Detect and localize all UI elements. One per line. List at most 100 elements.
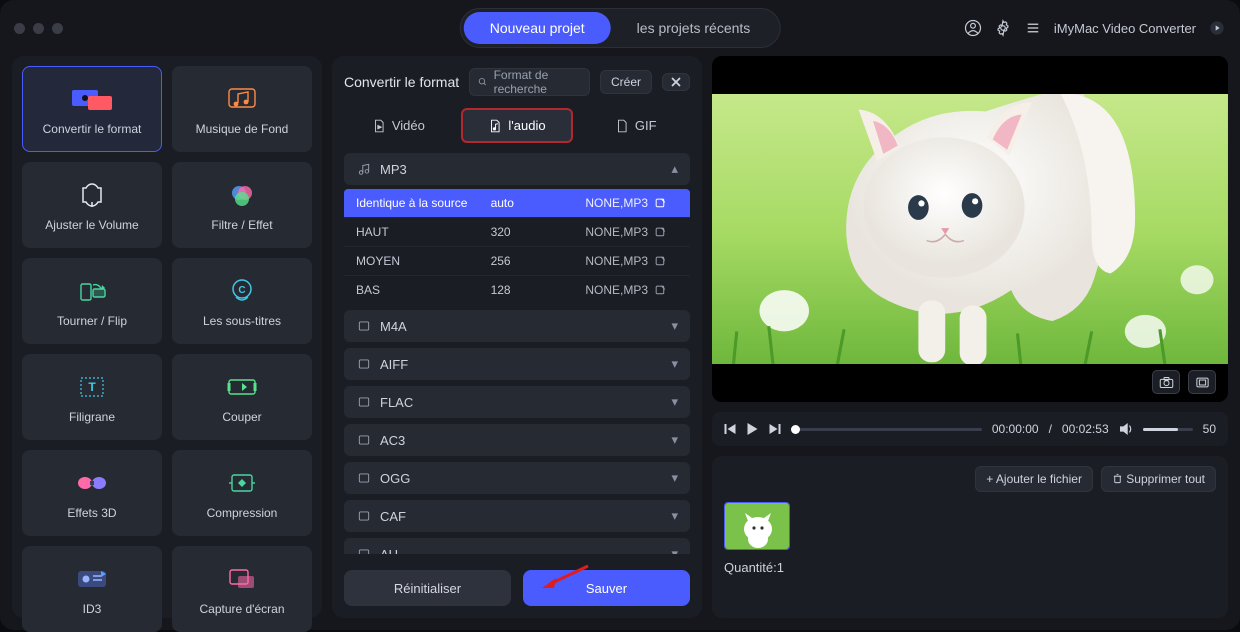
category-ac3[interactable]: AC3▾ — [344, 424, 690, 456]
tool-compression[interactable]: Compression — [172, 450, 312, 536]
tool-musique-de-fond[interactable]: Musique de Fond — [172, 66, 312, 152]
snapshot-button[interactable] — [1152, 370, 1180, 394]
zoom-window-icon[interactable] — [52, 23, 63, 34]
settings-icon[interactable] — [994, 19, 1012, 37]
preset-row[interactable]: BAS 128 NONE,MP3 — [344, 275, 690, 304]
format-icon — [356, 509, 372, 523]
time-total: 00:02:53 — [1062, 422, 1109, 436]
play-icon — [747, 423, 758, 435]
tool-label: Compression — [207, 506, 278, 520]
preset-row[interactable]: MOYEN 256 NONE,MP3 — [344, 246, 690, 275]
project-tabs: Nouveau projet les projets récents — [460, 8, 781, 48]
save-button[interactable]: Sauver — [523, 570, 690, 606]
tool-tourner-flip[interactable]: Tourner / Flip — [22, 258, 162, 344]
tool-label: Capture d'écran — [199, 602, 284, 616]
window-controls — [14, 23, 63, 34]
format-search-input[interactable]: Format de recherche — [469, 68, 590, 96]
tool-label: Couper — [222, 410, 261, 424]
tool-label: Les sous-titres — [203, 314, 281, 328]
tool-id3[interactable]: ID3 — [22, 546, 162, 632]
chevron-up-icon: ▴ — [671, 161, 678, 177]
seek-slider[interactable] — [791, 428, 982, 431]
app-title: iMyMac Video Converter — [1054, 21, 1196, 36]
category-au[interactable]: AU▾ — [344, 538, 690, 554]
edit-preset-icon[interactable] — [654, 197, 678, 210]
next-icon — [768, 423, 781, 435]
tool-sous-titres[interactable]: C Les sous-titres — [172, 258, 312, 344]
chevron-down-icon: ▾ — [671, 508, 678, 524]
category-caf[interactable]: CAF▾ — [344, 500, 690, 532]
edit-preset-icon[interactable] — [654, 284, 678, 297]
volume-slider[interactable] — [1143, 428, 1193, 431]
category-flac[interactable]: FLAC▾ — [344, 386, 690, 418]
tool-filtre-effet[interactable]: Filtre / Effet — [172, 162, 312, 248]
category-aiff[interactable]: AIFF▾ — [344, 348, 690, 380]
tool-label: ID3 — [83, 602, 102, 616]
convert-icon — [68, 82, 116, 116]
tool-label: Filtre / Effet — [211, 218, 272, 232]
preview-panel: 00:00:00 / 00:02:53 50 + Ajouter le fich… — [712, 56, 1228, 618]
tool-effets-3d[interactable]: Effets 3D — [22, 450, 162, 536]
time-current: 00:00:00 — [992, 422, 1039, 436]
tab-gif[interactable]: GIF — [581, 108, 690, 143]
account-icon[interactable] — [964, 19, 982, 37]
edit-preset-icon[interactable] — [654, 226, 678, 239]
tool-ajuster-le-volume[interactable]: Ajuster le Volume — [22, 162, 162, 248]
minimize-window-icon[interactable] — [33, 23, 44, 34]
tool-filigrane[interactable]: T Filigrane — [22, 354, 162, 440]
svg-text:C: C — [238, 285, 245, 296]
fullscreen-icon — [1195, 376, 1210, 389]
mute-button[interactable] — [1119, 423, 1133, 435]
titlebar: Nouveau projet les projets récents iMyMa… — [0, 0, 1240, 56]
format-icon — [356, 357, 372, 371]
cut-icon — [225, 370, 259, 404]
category-mp3[interactable]: MP3 ▴ — [344, 153, 690, 185]
tool-label: Musique de Fond — [196, 122, 289, 136]
prev-button[interactable] — [724, 423, 737, 435]
play-button[interactable] — [747, 423, 758, 435]
format-icon — [356, 547, 372, 554]
tab-video[interactable]: Vidéo — [344, 108, 453, 143]
glasses-3d-icon — [74, 466, 110, 500]
chevron-down-icon: ▾ — [671, 318, 678, 334]
chevron-down-icon: ▾ — [671, 432, 678, 448]
tab-projets-recents[interactable]: les projets récents — [611, 12, 777, 44]
add-file-button[interactable]: + Ajouter le fichier — [975, 466, 1093, 492]
next-button[interactable] — [768, 423, 781, 435]
edit-preset-icon[interactable] — [654, 255, 678, 268]
menu-icon[interactable] — [1024, 19, 1042, 37]
app-play-icon[interactable] — [1208, 19, 1226, 37]
tool-convertir-le-format[interactable]: Convertir le format — [22, 66, 162, 152]
search-placeholder: Format de recherche — [494, 68, 581, 96]
chevron-down-icon: ▾ — [671, 546, 678, 554]
preset-row[interactable]: Identique à la source auto NONE,MP3 — [344, 189, 690, 217]
tool-capture-ecran[interactable]: Capture d'écran — [172, 546, 312, 632]
tool-label: Convertir le format — [43, 122, 142, 136]
create-button[interactable]: Créer — [600, 70, 652, 94]
queue-count: Quantité:1 — [724, 560, 1216, 575]
music-note-icon — [356, 162, 372, 176]
chevron-down-icon: ▾ — [671, 470, 678, 486]
watermark-icon: T — [76, 370, 108, 404]
tab-nouveau-projet[interactable]: Nouveau projet — [464, 12, 611, 44]
queue-thumb[interactable] — [724, 502, 790, 550]
file-gif-icon — [615, 119, 629, 133]
format-icon — [356, 471, 372, 485]
tab-audio[interactable]: l'audio — [461, 108, 574, 143]
fullscreen-button[interactable] — [1188, 370, 1216, 394]
close-window-icon[interactable] — [14, 23, 25, 34]
reset-button[interactable]: Réinitialiser — [344, 570, 511, 606]
remove-all-button[interactable]: Supprimer tout — [1101, 466, 1216, 492]
format-icon — [356, 433, 372, 447]
filter-icon — [227, 178, 257, 212]
prev-icon — [724, 423, 737, 435]
screenshot-icon — [226, 562, 258, 596]
preset-row[interactable]: HAUT 320 NONE,MP3 — [344, 217, 690, 246]
subtitle-icon: C — [226, 274, 258, 308]
queue-panel: + Ajouter le fichier Supprimer tout — [712, 456, 1228, 618]
tool-couper[interactable]: Couper — [172, 354, 312, 440]
category-m4a[interactable]: M4A▾ — [344, 310, 690, 342]
close-panel-button[interactable] — [662, 73, 690, 91]
search-icon — [478, 76, 487, 88]
category-ogg[interactable]: OGG▾ — [344, 462, 690, 494]
